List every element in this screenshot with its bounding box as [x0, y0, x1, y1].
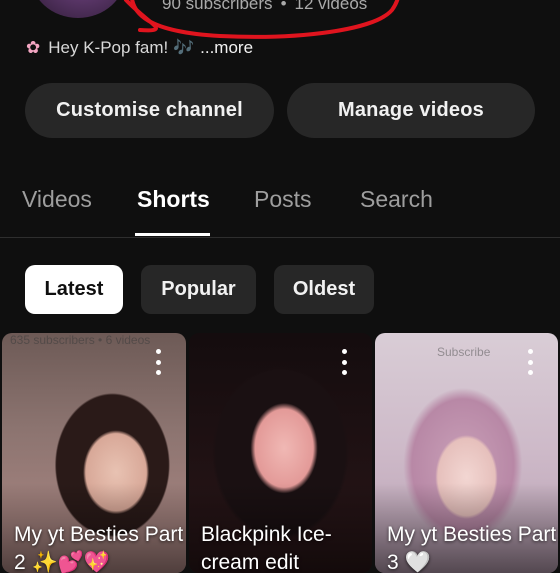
more-options-icon[interactable]	[527, 349, 533, 375]
thumbnail-overlay-text: 635 subscribers • 6 videos	[10, 333, 151, 347]
channel-avatar[interactable]	[30, 0, 126, 18]
tab-posts[interactable]: Posts	[254, 186, 312, 213]
tab-search[interactable]: Search	[360, 186, 433, 213]
manage-videos-button[interactable]: Manage videos	[287, 83, 535, 138]
bio-text: Hey K-Pop fam! 🎶	[48, 38, 195, 57]
stats-separator: •	[280, 0, 287, 13]
filter-chip-popular[interactable]: Popular	[141, 265, 256, 314]
channel-stats: 90 subscribers • 12 videos	[162, 0, 367, 14]
thumbnail-overlay-text: Subscribe	[437, 345, 491, 359]
short-card[interactable]: Blackpink Ice-cream edit	[189, 333, 372, 573]
short-card[interactable]: Subscribe My yt Besties Part 3 🤍	[375, 333, 558, 573]
short-title: My yt Besties Part 3 🤍	[387, 523, 557, 573]
short-card[interactable]: 635 subscribers • 6 videos My yt Besties…	[2, 333, 186, 573]
bio-more-link[interactable]: ...more	[200, 38, 253, 58]
more-options-icon[interactable]	[341, 349, 347, 375]
filter-chip-oldest[interactable]: Oldest	[274, 265, 374, 314]
channel-bio[interactable]: ✿ Hey K-Pop fam! 🎶 ...more	[26, 38, 253, 58]
more-options-icon[interactable]	[155, 349, 161, 375]
flower-icon: ✿	[26, 38, 41, 57]
active-tab-indicator	[135, 233, 210, 236]
short-title: My yt Besties Part 2 ✨💕💖	[14, 523, 184, 573]
tabs-divider	[0, 237, 560, 238]
customise-channel-button[interactable]: Customise channel	[25, 83, 274, 138]
tab-videos[interactable]: Videos	[22, 186, 92, 213]
subscriber-count: 90 subscribers	[162, 0, 273, 13]
tab-shorts[interactable]: Shorts	[137, 186, 210, 213]
short-title: Blackpink Ice-cream edit	[201, 523, 332, 573]
video-count: 12 videos	[294, 0, 368, 13]
filter-chip-latest[interactable]: Latest	[25, 265, 123, 314]
